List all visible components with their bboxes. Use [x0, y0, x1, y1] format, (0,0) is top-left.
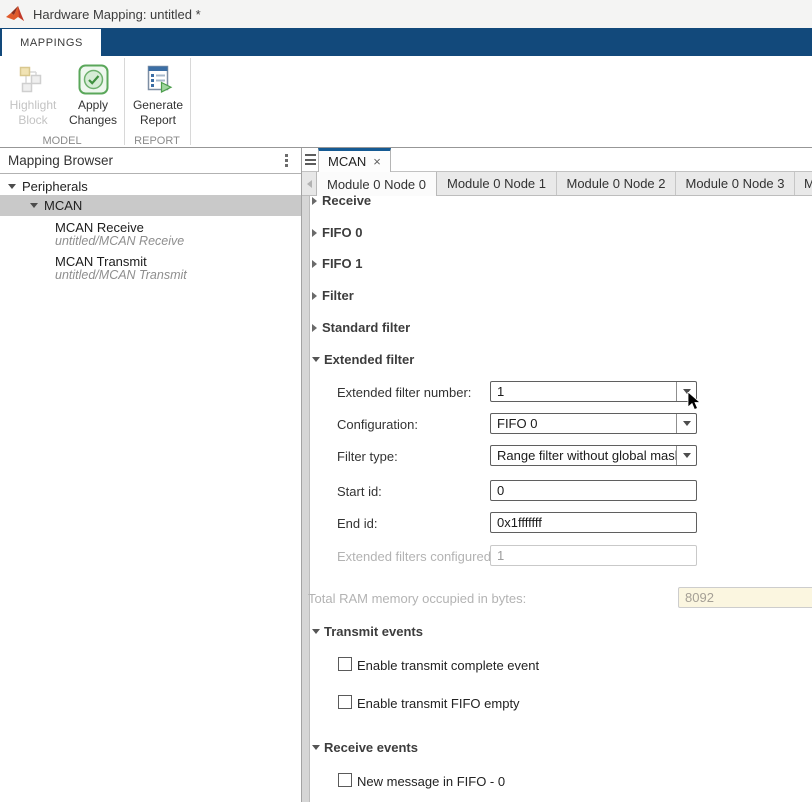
enable-transmit-complete-label: Enable transmit complete event: [357, 658, 539, 673]
tree-node-mcan[interactable]: MCAN: [30, 195, 82, 215]
highlight-block-button: Highlight Block: [4, 60, 62, 134]
panel-menu-icon[interactable]: [279, 153, 293, 169]
filter-type-label: Filter type:: [337, 449, 398, 464]
chevron-right-icon: [312, 197, 317, 205]
tab-module0-node2[interactable]: Module 0 Node 2: [557, 172, 676, 195]
extended-filters-configured-label: Extended filters configured:: [337, 549, 495, 564]
section-fifo0[interactable]: FIFO 0: [312, 225, 362, 240]
new-message-fifo0-checkbox[interactable]: [338, 773, 352, 787]
splitter-bar[interactable]: [302, 196, 310, 802]
toolbar-separator: [124, 58, 125, 145]
chevron-down-icon: [30, 203, 38, 208]
apply-changes-button[interactable]: Apply Changes: [64, 60, 122, 134]
section-standard-filter[interactable]: Standard filter: [312, 320, 410, 335]
chevron-down-icon: [683, 453, 691, 458]
document-tab-mcan[interactable]: MCAN ×: [318, 148, 391, 172]
chevron-left-icon: [307, 180, 312, 188]
section-transmit-events[interactable]: Transmit events: [312, 624, 423, 639]
group-label-model: MODEL: [0, 135, 124, 147]
chevron-down-icon: [683, 421, 691, 426]
enable-transmit-fifo-empty-checkbox[interactable]: [338, 695, 352, 709]
tab-scroll-left-button[interactable]: [302, 172, 316, 195]
document-tab-bar: MCAN ×: [302, 148, 812, 172]
total-ram-field: 8092: [678, 587, 812, 608]
chevron-down-icon: [683, 389, 691, 394]
chevron-down-icon: [312, 745, 320, 750]
ribbon-tab-bar: MAPPINGS: [0, 28, 812, 56]
extended-filter-number-combo[interactable]: 1: [490, 381, 697, 402]
section-receive-events[interactable]: Receive events: [312, 740, 418, 755]
total-ram-label: Total RAM memory occupied in bytes:: [308, 591, 526, 606]
highlight-block-label: Highlight Block: [10, 98, 57, 128]
section-fifo1[interactable]: FIFO 1: [312, 256, 362, 271]
generate-report-label: Generate Report: [133, 98, 183, 128]
extended-filters-configured-field: 1: [490, 545, 697, 566]
dropdown-button[interactable]: [676, 446, 696, 465]
chevron-down-icon: [312, 629, 320, 634]
section-filter[interactable]: Filter: [312, 288, 354, 303]
tab-mappings[interactable]: MAPPINGS: [2, 29, 101, 56]
tab-module1-partial[interactable]: M: [795, 172, 812, 195]
title-bar: Hardware Mapping: untitled *: [0, 0, 812, 28]
chevron-right-icon: [312, 260, 317, 268]
dropdown-button[interactable]: [676, 414, 696, 433]
filter-type-combo[interactable]: Range filter without global mask: [490, 445, 697, 466]
configuration-label: Configuration:: [337, 417, 418, 432]
start-id-label: Start id:: [337, 484, 382, 499]
apply-changes-icon: [77, 63, 109, 95]
chevron-down-icon: [312, 357, 320, 362]
toolbar: Highlight Block Apply Changes MODEL: [0, 56, 812, 148]
toolbar-separator: [190, 58, 191, 145]
end-id-label: End id:: [337, 516, 377, 531]
generate-report-button[interactable]: Generate Report: [128, 60, 188, 134]
extended-filter-number-label: Extended filter number:: [337, 385, 471, 400]
chevron-down-icon: [8, 184, 16, 189]
group-label-report: REPORT: [124, 135, 190, 147]
enable-transmit-fifo-empty-label: Enable transmit FIFO empty: [357, 696, 520, 711]
tab-module0-node3[interactable]: Module 0 Node 3: [676, 172, 795, 195]
end-id-input[interactable]: 0x1fffffff: [490, 512, 697, 533]
section-receive[interactable]: Receive: [312, 193, 371, 208]
window-title: Hardware Mapping: untitled *: [33, 7, 201, 22]
close-icon[interactable]: ×: [373, 155, 381, 168]
chevron-right-icon: [312, 292, 317, 300]
generate-report-icon: [142, 63, 174, 95]
apply-changes-label: Apply Changes: [69, 98, 117, 128]
dropdown-button[interactable]: [676, 382, 696, 401]
mapping-browser-title: Mapping Browser: [8, 153, 279, 168]
section-extended-filter[interactable]: Extended filter: [312, 352, 414, 367]
new-message-fifo0-label: New message in FIFO - 0: [357, 774, 505, 789]
tab-module0-node1[interactable]: Module 0 Node 1: [437, 172, 557, 195]
document-bar-menu-icon[interactable]: [305, 154, 316, 165]
mapping-browser-header: Mapping Browser: [0, 148, 301, 174]
matlab-logo-icon: [5, 5, 25, 23]
configuration-combo[interactable]: FIFO 0: [490, 413, 697, 434]
highlight-block-icon: [17, 63, 49, 95]
mapping-browser-panel: Mapping Browser Peripherals MCAN MCAN Re…: [0, 148, 301, 802]
chevron-right-icon: [312, 229, 317, 237]
node-tab-bar: Module 0 Node 0 Module 0 Node 1 Module 0…: [302, 172, 812, 196]
chevron-right-icon: [312, 324, 317, 332]
start-id-input[interactable]: 0: [490, 480, 697, 501]
tree-node-peripherals[interactable]: Peripherals: [8, 176, 88, 196]
enable-transmit-complete-checkbox[interactable]: [338, 657, 352, 671]
